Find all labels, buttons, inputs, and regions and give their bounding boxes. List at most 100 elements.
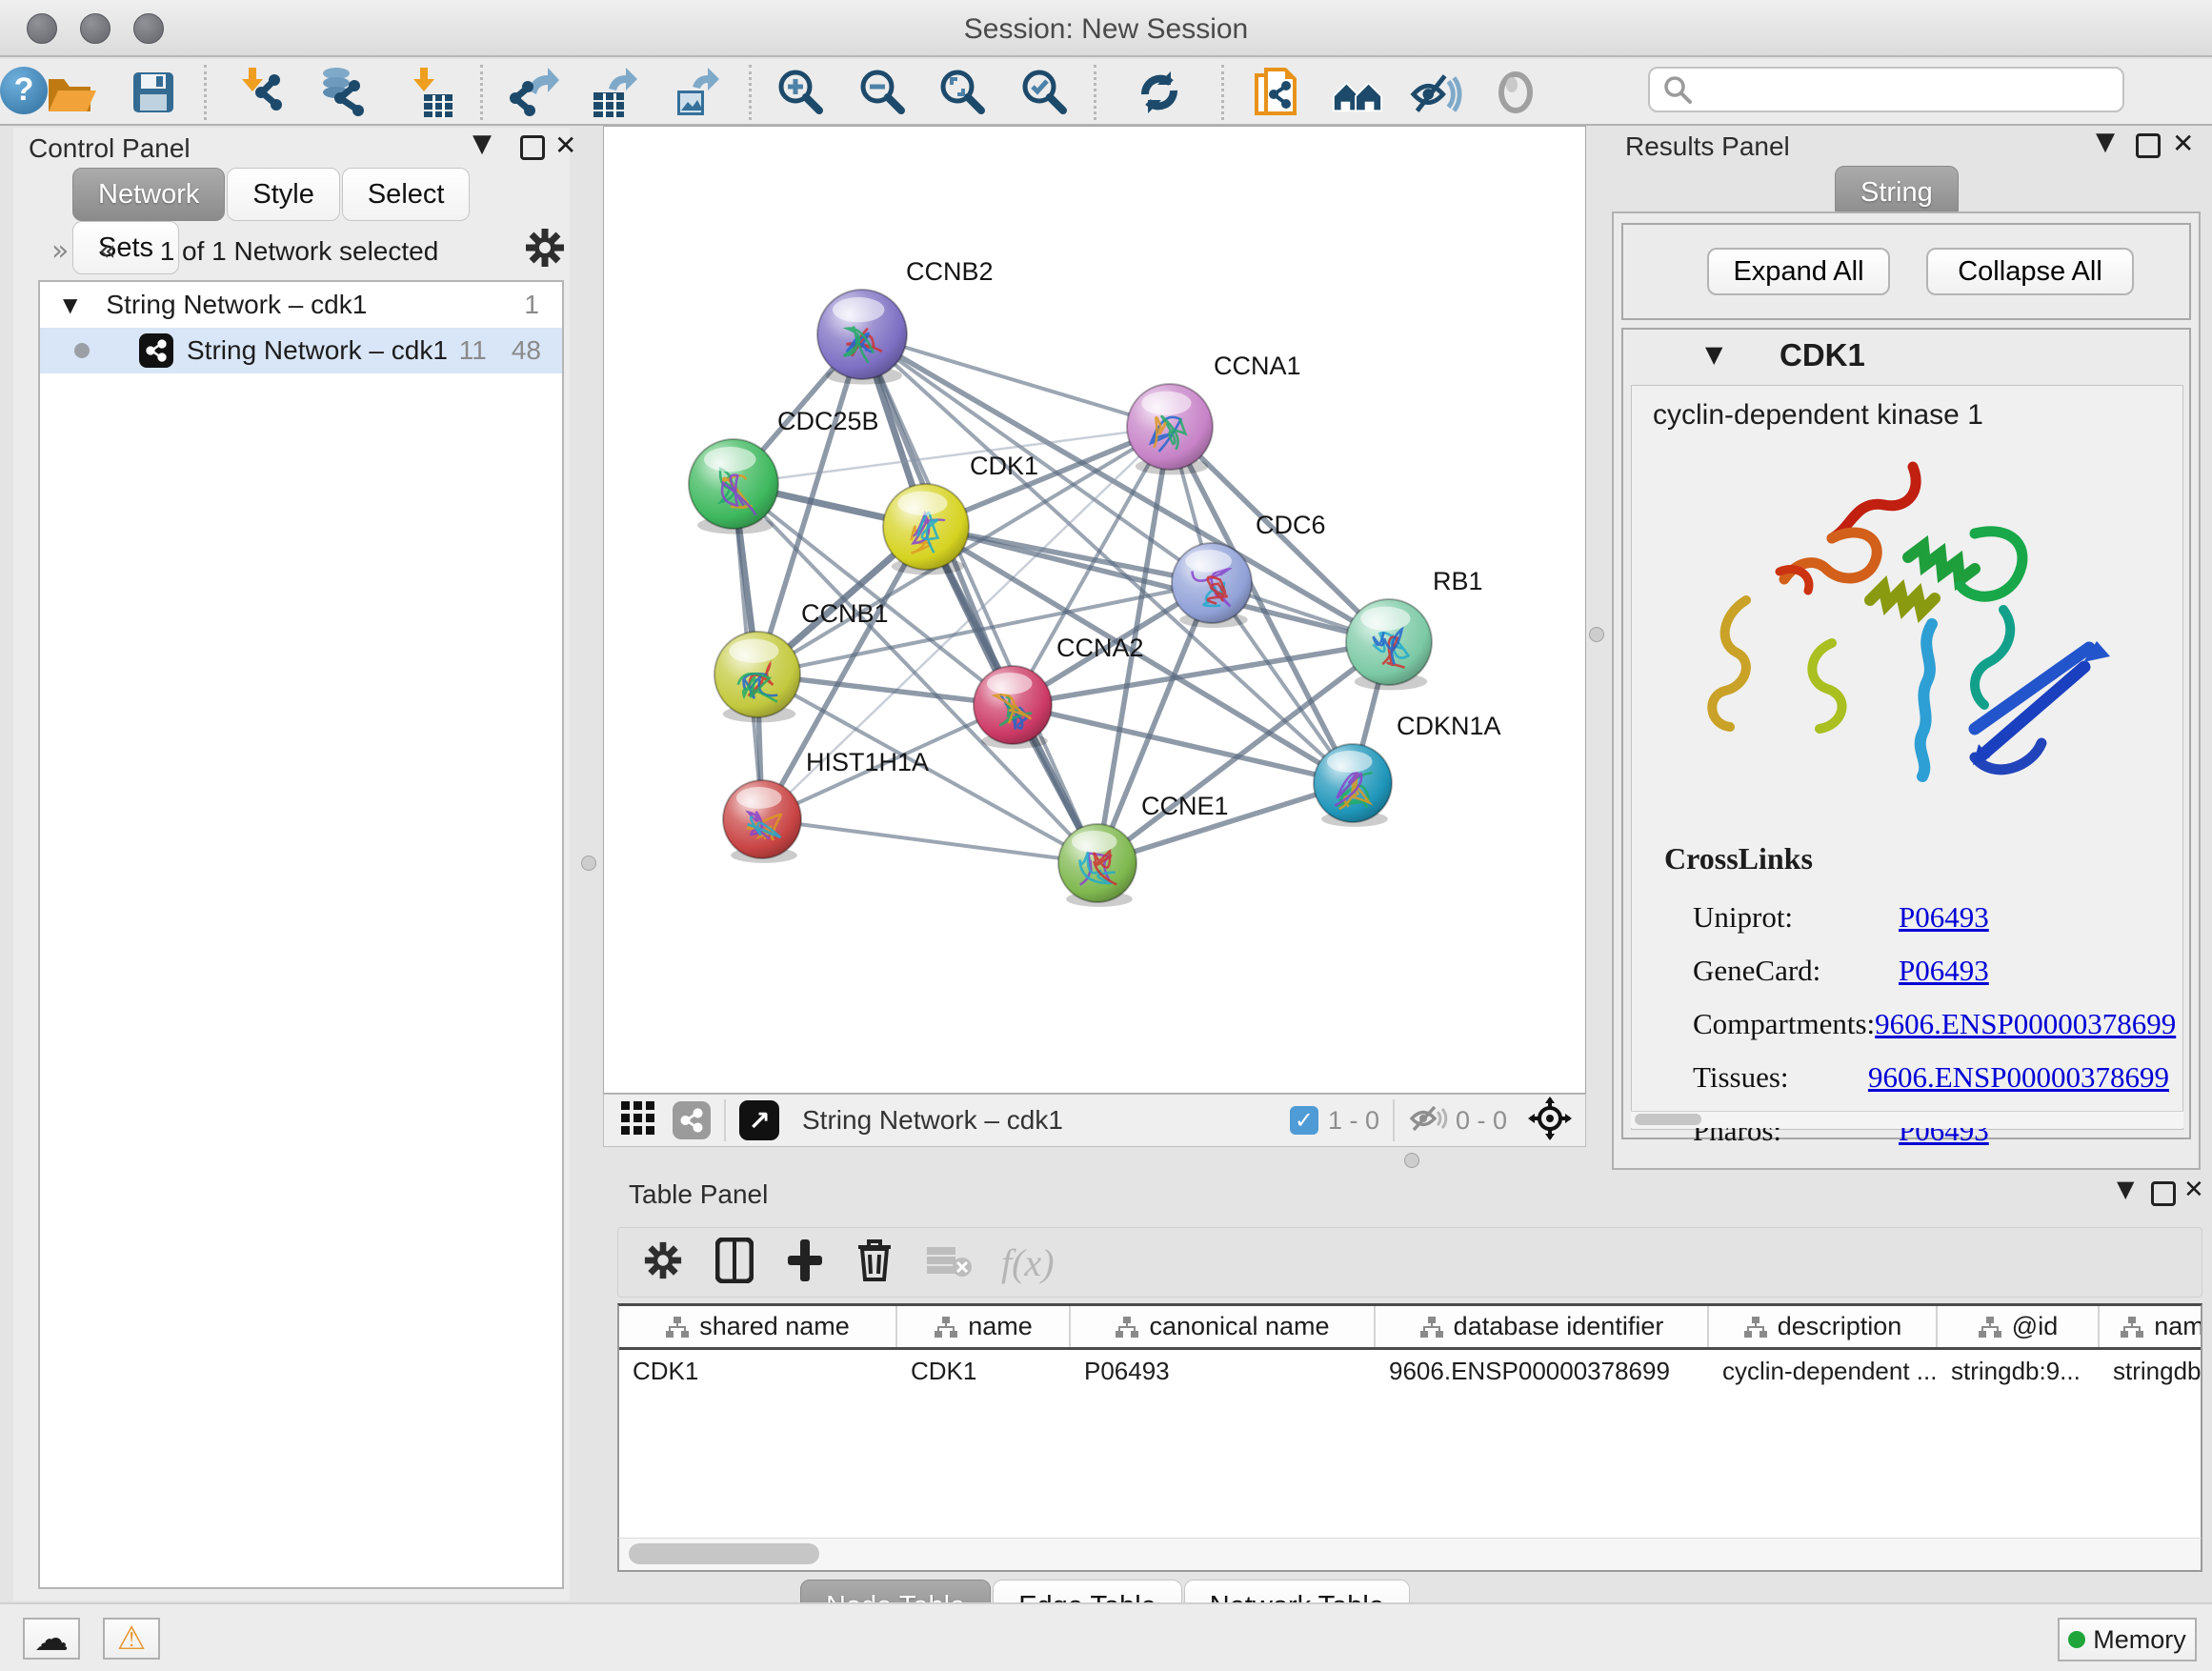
- column-header-description[interactable]: description: [1709, 1306, 1938, 1347]
- network-canvas[interactable]: CCNB2CCNA1CDC25BCDK1CDC6RB1CCNB1CCNA2CDK…: [603, 126, 1586, 1094]
- hide-unhide-button[interactable]: [1408, 65, 1463, 120]
- edge-CCNA2-CDKN1A[interactable]: [1013, 705, 1353, 783]
- birds-eye-view-button[interactable]: ↗: [739, 1100, 779, 1140]
- edge-CCNB2-CCNE1[interactable]: [862, 334, 1097, 863]
- table-row[interactable]: CDK1CDK1P064939606.ENSP00000378699cyclin…: [619, 1350, 2201, 1394]
- zoom-in-button[interactable]: [774, 65, 829, 120]
- results-panel-collapse-icon[interactable]: ▼: [2096, 128, 2115, 156]
- edge-count: 48: [512, 335, 541, 366]
- open-session-button[interactable]: [42, 65, 97, 120]
- table-cell[interactable]: 9606.ENSP00000378699: [1376, 1350, 1709, 1393]
- export-network-button[interactable]: [505, 65, 560, 120]
- node-HIST1H1A[interactable]: HIST1H1A: [723, 748, 929, 863]
- table-cell[interactable]: CDK1: [619, 1350, 897, 1393]
- import-table-button[interactable]: [402, 65, 457, 120]
- control-panel-close-button[interactable]: ✕: [554, 130, 576, 161]
- delete-column-trash-icon[interactable]: [856, 1238, 893, 1288]
- crosslink-link[interactable]: P06493: [1899, 900, 1989, 935]
- control-panel-collapse-icon[interactable]: ▼: [473, 130, 492, 158]
- right-splitter-handle[interactable]: [1589, 627, 1604, 642]
- table-cell[interactable]: CDK1: [897, 1350, 1071, 1393]
- edge-HIST1H1A-CCNE1[interactable]: [762, 819, 1097, 863]
- tab-network[interactable]: Network: [72, 168, 225, 221]
- tree-expand-icon[interactable]: ▼: [63, 293, 77, 316]
- search-input[interactable]: [1694, 74, 2103, 105]
- table-cell[interactable]: stringdb: [2100, 1350, 2202, 1393]
- expand-all-button[interactable]: Expand All: [1707, 248, 1890, 295]
- table-hscrollbar-thumb[interactable]: [629, 1543, 819, 1564]
- table-panel-close-button[interactable]: ✕: [2183, 1176, 2204, 1204]
- column-header-namespace[interactable]: namespace: [2100, 1306, 2202, 1347]
- table-cell[interactable]: stringdb:9...: [1938, 1350, 2100, 1393]
- node-CDKN1A[interactable]: CDKN1A: [1314, 712, 1501, 827]
- column-header-@id[interactable]: @id: [1938, 1306, 2100, 1347]
- home-tasks-button[interactable]: [1330, 65, 1385, 120]
- crosslink-link[interactable]: 9606.ENSP00000378699: [1875, 1007, 2176, 1041]
- table-panel-collapse-icon[interactable]: ▼: [2117, 1176, 2134, 1202]
- crosslink-link[interactable]: P06493: [1899, 954, 1989, 988]
- control-panel-float-button[interactable]: [520, 135, 545, 160]
- import-network-button[interactable]: [232, 65, 288, 120]
- warnings-button[interactable]: ⚠: [103, 1618, 160, 1660]
- add-column-icon[interactable]: [786, 1238, 824, 1288]
- table-settings-gear-icon[interactable]: [643, 1240, 683, 1285]
- tab-select[interactable]: Select: [342, 168, 471, 221]
- node-CDC25B[interactable]: CDC25B: [689, 407, 879, 534]
- tab-style[interactable]: Style: [227, 168, 339, 221]
- selected-checkbox-icon[interactable]: ✓: [1290, 1106, 1318, 1135]
- shared-column-icon: [665, 1315, 690, 1339]
- show-columns-icon[interactable]: [715, 1238, 754, 1288]
- table-panel-float-button[interactable]: [2151, 1181, 2176, 1206]
- node-label-CDKN1A: CDKN1A: [1397, 712, 1501, 740]
- left-splitter-handle[interactable]: [581, 856, 596, 871]
- expand-all-nodes-icon[interactable]: »: [105, 234, 116, 268]
- edge-CCNB2-CCNA1[interactable]: [862, 334, 1170, 427]
- table-cell[interactable]: P06493: [1071, 1350, 1376, 1393]
- search-field[interactable]: [1648, 67, 2124, 112]
- save-session-button[interactable]: [126, 65, 181, 120]
- export-image-button[interactable]: [669, 65, 724, 120]
- string-view-icon[interactable]: [673, 1101, 711, 1139]
- export-table-button[interactable]: [587, 65, 642, 120]
- network-options-gear-icon[interactable]: [524, 227, 566, 273]
- eye-slash-icon: [1408, 66, 1463, 119]
- network-collection-row[interactable]: ▼ String Network – cdk1 1: [40, 282, 562, 328]
- shared-column-icon: [1115, 1315, 1139, 1339]
- table-cell[interactable]: cyclin-dependent ...: [1709, 1350, 1938, 1393]
- table-hscrollbar[interactable]: [617, 1538, 2202, 1572]
- cloud-status-button[interactable]: ☁: [23, 1618, 80, 1660]
- results-hscrollbar[interactable]: [1631, 1111, 2183, 1128]
- node-CCNB1[interactable]: CCNB1: [714, 599, 889, 722]
- collapse-all-nodes-icon[interactable]: »: [51, 234, 63, 268]
- zoom-selected-button[interactable]: [1017, 65, 1073, 120]
- clone-network-button[interactable]: [1250, 65, 1305, 120]
- network-row-selected[interactable]: String Network – cdk1 11 48: [40, 328, 562, 373]
- memory-button[interactable]: Memory: [2058, 1618, 2197, 1661]
- refresh-icon: [1133, 66, 1186, 119]
- protein-collapse-icon[interactable]: ▼: [1705, 341, 1722, 368]
- node-RB1[interactable]: RB1: [1346, 567, 1483, 690]
- results-panel-close-button[interactable]: ✕: [2172, 128, 2194, 159]
- show-grid-button[interactable]: [619, 1099, 657, 1142]
- column-header-database-identifier[interactable]: database identifier: [1376, 1306, 1709, 1347]
- results-panel-float-button[interactable]: [2136, 133, 2161, 158]
- import-network-from-database-button[interactable]: [314, 65, 370, 120]
- help-button[interactable]: ?: [0, 67, 48, 114]
- toolbar-separator: [204, 65, 207, 120]
- column-header-shared-name[interactable]: shared name: [619, 1306, 897, 1347]
- collapse-all-button[interactable]: Collapse All: [1926, 248, 2134, 295]
- function-builder-icon-disabled: f(x): [1001, 1240, 1055, 1285]
- crosslink-link[interactable]: 9606.ENSP00000378699: [1868, 1060, 2169, 1095]
- zoom-out-button[interactable]: [855, 65, 911, 120]
- column-header-name[interactable]: name: [897, 1306, 1071, 1347]
- center-view-crosshair-button[interactable]: [1528, 1097, 1572, 1145]
- node-CCNA1[interactable]: CCNA1: [1127, 352, 1301, 474]
- results-hscrollbar-thumb[interactable]: [1635, 1114, 1701, 1125]
- bottom-splitter-handle[interactable]: [1404, 1153, 1419, 1168]
- show-view-button[interactable]: [1488, 65, 1543, 120]
- status-bar: ☁ ⚠ Memory: [0, 1602, 2212, 1671]
- protein-details: cyclin-dependent kinase 1: [1631, 385, 2183, 1130]
- column-header-canonical-name[interactable]: canonical name: [1071, 1306, 1376, 1347]
- refresh-view-button[interactable]: [1132, 65, 1187, 120]
- zoom-fit-button[interactable]: [935, 65, 991, 120]
